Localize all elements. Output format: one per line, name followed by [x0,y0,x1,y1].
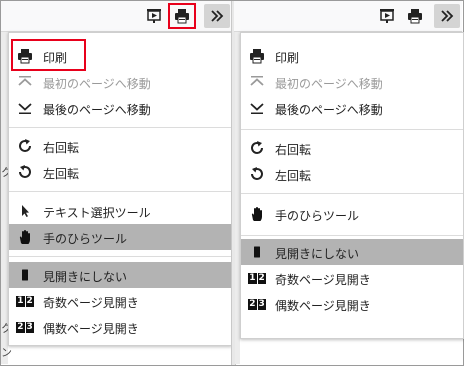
more-tools-button[interactable] [204,4,230,28]
single-page-icon [249,244,265,260]
double-chevron-right-icon [211,10,224,22]
menu-item-hand-tool[interactable]: 手のひらツール [9,224,231,250]
print-button[interactable] [402,4,428,28]
menu-item-rotate-ccw[interactable]: 左回転 [241,161,463,187]
page-background [1,32,8,364]
menu-item-odd-spread[interactable]: 12 奇数ページ見開き [241,265,463,291]
menu-item-label: テキスト選択ツール [43,206,151,220]
first-page-icon [17,74,33,90]
menu-item-label: 手のひらツール [275,209,360,223]
hand-icon [249,206,265,222]
menu-item-no-spread[interactable]: 見開きにしない [9,262,231,288]
odd-spread-icon: 12 [16,295,34,307]
menu-item-label: 手のひらツール [43,232,128,246]
menu-item-label: 印刷 [275,51,300,65]
menu-item-label: 最後のページへ移動 [275,103,383,117]
menu-item-label: 左回転 [275,169,312,183]
menu-item-label: 右回転 [43,141,80,155]
menu-item-label: 最初のページへ移動 [275,77,383,91]
menu-item-label: 左回転 [43,167,80,181]
print-button[interactable] [168,3,196,29]
menu-item-print[interactable]: 印刷 [241,43,463,69]
menu-item-hand-tool[interactable]: 手のひらツール [241,201,463,227]
more-tools-button[interactable] [434,4,460,28]
even-spread-icon: 23 [16,321,34,333]
left-secondary-menu: 印刷 最初のページへ移動 最後のページへ移動 右回転 左回転 テキスト選択ツール [8,32,232,346]
menu-item-text-select[interactable]: テキスト選択ツール [9,198,231,224]
cursor-arrow-icon [17,203,33,219]
page-text: ン [1,346,12,359]
menu-item-label: 見開きにしない [43,270,128,284]
menu-separator [9,256,231,257]
menu-separator [241,235,463,236]
even-spread-icon: 23 [248,298,266,310]
menu-item-first-page[interactable]: 最初のページへ移動 [9,69,231,95]
menu-item-rotate-ccw[interactable]: 左回転 [9,159,231,185]
presentation-icon [147,9,161,23]
rotate-clockwise-icon [17,138,33,154]
left-toolbar [1,1,231,32]
menu-item-label: 奇数ページ見開き [43,296,139,310]
right-toolbar [234,1,462,32]
menu-item-label: 最初のページへ移動 [43,77,151,91]
menu-item-even-spread[interactable]: 23 偶数ページ見開き [241,291,463,317]
menu-separator [9,127,231,128]
menu-item-odd-spread[interactable]: 12 奇数ページ見開き [9,288,231,314]
menu-item-even-spread[interactable]: 23 偶数ページ見開き [9,314,231,340]
presentation-icon [380,9,394,23]
first-page-icon [249,74,265,90]
right-secondary-menu: 印刷 最初のページへ移動 最後のページへ移動 右回転 左回転 手のひらツール 見… [240,32,464,339]
double-chevron-right-icon [441,10,454,22]
menu-item-last-page[interactable]: 最後のページへ移動 [9,95,231,121]
menu-item-label: 見開きにしない [275,247,360,261]
menu-separator [241,129,463,130]
printer-icon [175,9,189,24]
menu-item-label: 最後のページへ移動 [43,103,151,117]
last-page-icon [17,100,33,116]
menu-item-label: 右回転 [275,143,312,157]
hand-icon [17,229,33,245]
rotate-counterclockwise-icon [17,164,33,180]
menu-item-label: 奇数ページ見開き [275,273,371,287]
last-page-icon [249,100,265,116]
printer-icon [408,9,422,24]
menu-item-no-spread[interactable]: 見開きにしない [241,239,463,265]
printer-icon [249,48,265,64]
rotate-counterclockwise-icon [249,166,265,182]
single-page-icon [17,267,33,283]
presentation-button[interactable] [374,4,400,28]
menu-item-first-page[interactable]: 最初のページへ移動 [241,69,463,95]
menu-item-rotate-cw[interactable]: 右回転 [241,135,463,161]
menu-item-label: 偶数ページ見開き [275,299,371,313]
menu-separator [9,191,231,192]
presentation-button[interactable] [141,4,167,28]
menu-item-rotate-cw[interactable]: 右回転 [9,133,231,159]
odd-spread-icon: 12 [248,272,266,284]
menu-item-label: 偶数ページ見開き [43,322,139,336]
menu-separator [241,193,463,194]
print-highlight-box [11,39,86,71]
rotate-clockwise-icon [249,140,265,156]
menu-item-last-page[interactable]: 最後のページへ移動 [241,95,463,121]
